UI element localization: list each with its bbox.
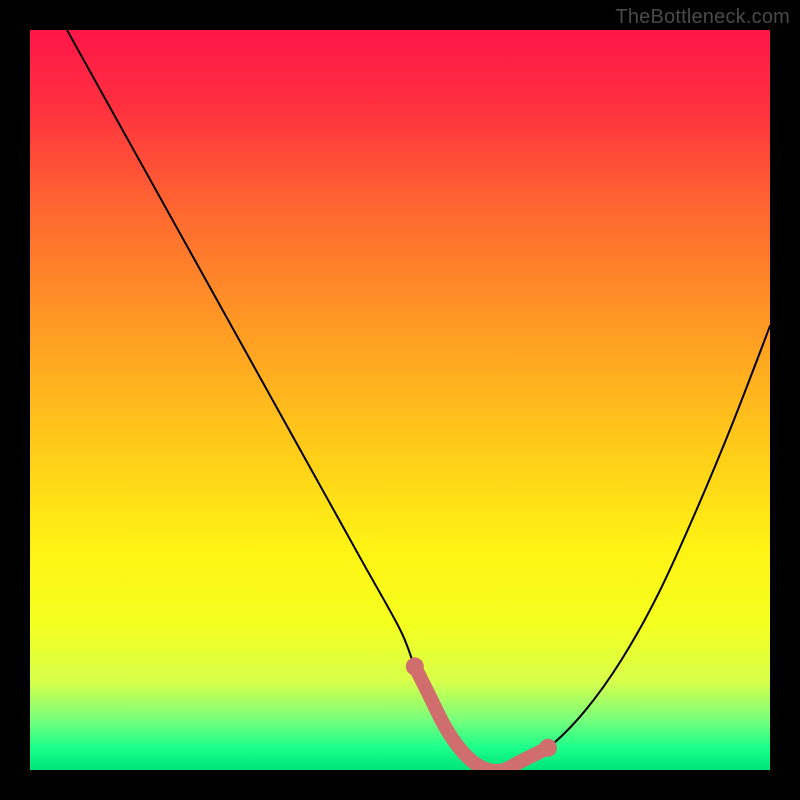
- plot-area: [30, 30, 770, 770]
- sweet-spot-endpoint: [539, 739, 557, 757]
- sweet-spot-endpoint: [406, 657, 424, 675]
- gradient-background: [30, 30, 770, 770]
- chart-svg: [30, 30, 770, 770]
- watermark-text: TheBottleneck.com: [615, 6, 790, 29]
- chart-frame: TheBottleneck.com: [0, 0, 800, 800]
